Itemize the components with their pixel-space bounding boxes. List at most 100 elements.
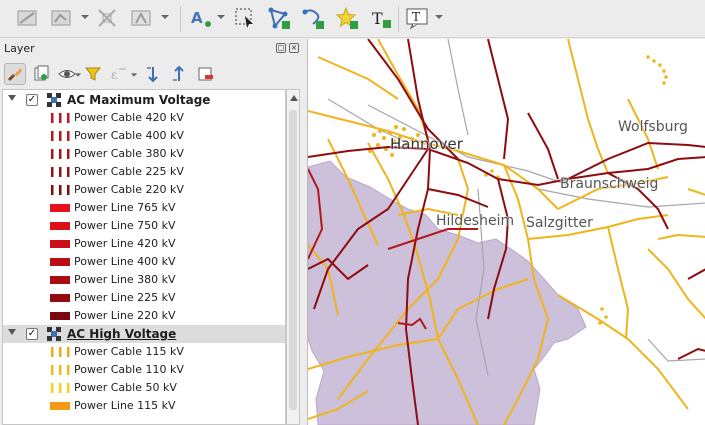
filter-icon[interactable] <box>82 63 104 85</box>
layer-item[interactable]: Power Cable 110 kV <box>3 361 285 379</box>
text-tool-icon[interactable]: T <box>404 5 430 31</box>
legend-symbol-icon <box>51 365 70 375</box>
expand-arrow-icon[interactable] <box>8 329 16 335</box>
legend-symbol-icon <box>50 222 70 230</box>
legend-symbol-icon <box>50 276 70 284</box>
expand-arrow-icon[interactable] <box>8 95 16 101</box>
layer-group-label: AC High Voltage <box>67 327 177 341</box>
layer-item[interactable]: Power Line 420 kV <box>3 235 285 253</box>
layer-item-label: Power Cable 115 kV <box>74 345 184 358</box>
legend-symbol-icon <box>51 185 70 195</box>
layer-item[interactable]: Power Line 225 kV <box>3 289 285 307</box>
place-label-salzgitter: Salzgitter <box>526 215 593 231</box>
legend-symbol-icon <box>50 312 70 320</box>
layer-item-label: Power Line 225 kV <box>74 291 176 304</box>
layer-item[interactable]: Power Cable 220 kV <box>3 181 285 199</box>
layer-group-ac-high-voltage[interactable]: ✓ AC High Voltage <box>3 325 285 343</box>
legend-symbol-icon <box>50 294 70 302</box>
chevron-down-icon[interactable] <box>74 71 82 79</box>
remove-layer-icon[interactable] <box>194 63 216 85</box>
place-label-hildesheim: Hildesheim <box>436 213 515 229</box>
text-annotation-icon[interactable]: T <box>368 5 394 31</box>
filter-expression-icon[interactable]: ε <box>108 63 130 85</box>
layer-item[interactable]: Power Line 220 kV <box>3 307 285 325</box>
layer-item-label: Power Line 380 kV <box>74 273 176 286</box>
layer-toolbar: ε <box>0 59 306 89</box>
layer-item-label: Power Line 220 kV <box>74 309 176 322</box>
digitize-icon[interactable] <box>14 5 40 31</box>
legend-symbol-icon <box>50 258 70 266</box>
add-group-icon[interactable] <box>30 63 52 85</box>
layer-item[interactable]: Power Cable 50 kV <box>3 379 285 397</box>
svg-text:T: T <box>412 10 420 24</box>
place-label-hannover: Hannover <box>390 135 463 153</box>
move-feature-icon[interactable] <box>94 5 120 31</box>
label-icon[interactable]: A <box>188 5 214 31</box>
layer-item-label: Power Line 765 kV <box>74 201 176 214</box>
layer-item-label: Power Cable 400 kV <box>74 129 184 142</box>
layer-item-label: Power Line 115 kV <box>74 399 176 412</box>
layer-item-label: Power Cable 110 kV <box>74 363 184 376</box>
legend-symbol-icon <box>51 131 70 141</box>
layer-item-label: Power Cable 420 kV <box>74 111 184 124</box>
layer-group-checkbox[interactable]: ✓ <box>26 94 38 106</box>
map-layers <box>308 39 705 425</box>
layer-item[interactable]: Power Cable 380 kV <box>3 145 285 163</box>
node-edit-icon[interactable] <box>266 5 292 31</box>
layer-item[interactable]: Power Line 380 kV <box>3 271 285 289</box>
layer-item[interactable]: Power Line 115 kV <box>3 397 285 415</box>
layer-item-label: Power Cable 380 kV <box>74 147 184 160</box>
layer-item-label: Power Line 750 kV <box>74 219 176 232</box>
legend-symbol-icon <box>50 402 70 410</box>
close-icon[interactable]: × <box>289 43 299 53</box>
main-toolbar: A T T <box>0 0 705 38</box>
layer-tree: ✓ AC Maximum Voltage Power Cable 420 kV P… <box>2 89 286 425</box>
layer-item[interactable]: Power Cable 400 kV <box>3 127 285 145</box>
layer-item[interactable]: Power Line 400 kV <box>3 253 285 271</box>
layer-item-label: Power Line 420 kV <box>74 237 176 250</box>
scrollbar-thumb[interactable] <box>289 110 297 410</box>
chevron-down-icon[interactable] <box>216 12 226 22</box>
legend-symbol-icon <box>51 113 70 123</box>
layer-item[interactable]: Power Cable 420 kV <box>3 109 285 127</box>
layer-group-checkbox[interactable]: ✓ <box>26 328 38 340</box>
style-brush-icon[interactable] <box>4 63 26 85</box>
chevron-down-icon[interactable] <box>80 12 90 22</box>
star-icon[interactable] <box>334 5 360 31</box>
vertex-tool-icon[interactable] <box>48 5 74 31</box>
chevron-down-icon[interactable] <box>160 12 170 22</box>
layer-item-label: Power Cable 225 kV <box>74 165 184 178</box>
legend-symbol-icon <box>51 167 70 177</box>
expand-all-icon[interactable] <box>142 63 164 85</box>
layer-group-ac-maximum-voltage[interactable]: ✓ AC Maximum Voltage <box>3 91 285 109</box>
svg-text:ε: ε <box>111 68 117 82</box>
layer-item-label: Power Cable 220 kV <box>74 183 184 196</box>
layer-item[interactable]: Power Line 765 kV <box>3 199 285 217</box>
layer-item-label: Power Line 400 kV <box>74 255 176 268</box>
place-label-wolfsburg: Wolfsburg <box>618 119 688 135</box>
layer-panel: Layer ◻ × ε ✓ AC Maximum Voltage Power C… <box>0 39 306 425</box>
group-icon <box>47 327 61 341</box>
collapse-all-icon[interactable] <box>168 63 190 85</box>
layer-item[interactable]: Power Cable 225 kV <box>3 163 285 181</box>
select-label-icon[interactable] <box>232 5 258 31</box>
map-canvas[interactable]: Hannover Wolfsburg Braunschweig Hildeshe… <box>307 39 705 425</box>
chevron-down-icon[interactable] <box>434 12 444 22</box>
chevron-down-icon[interactable] <box>130 71 138 79</box>
legend-symbol-icon <box>50 204 70 212</box>
layer-item[interactable]: Power Cable 115 kV <box>3 343 285 361</box>
place-label-braunschweig: Braunschweig <box>560 176 659 192</box>
layer-item-label: Power Cable 50 kV <box>74 381 177 394</box>
legend-symbol-icon <box>51 149 70 159</box>
layer-item[interactable]: Power Line 750 kV <box>3 217 285 235</box>
group-icon <box>47 93 61 107</box>
add-node-icon[interactable] <box>300 5 326 31</box>
legend-symbol-icon <box>50 240 70 248</box>
panel-title: Layer <box>4 42 35 55</box>
svg-text:A: A <box>191 9 203 27</box>
reshape-icon[interactable] <box>128 5 154 31</box>
float-panel-icon[interactable]: ◻ <box>276 43 286 53</box>
layer-tree-scrollbar[interactable] <box>286 89 300 425</box>
scroll-up-icon[interactable] <box>290 95 298 101</box>
layer-group-label: AC Maximum Voltage <box>67 93 211 107</box>
